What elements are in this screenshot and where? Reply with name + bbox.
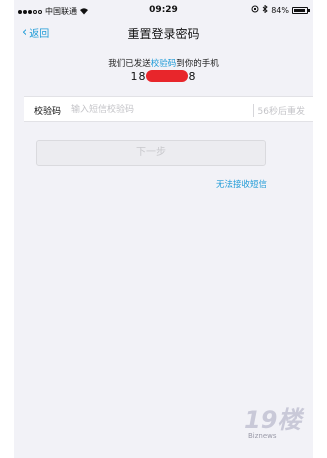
code-label: 校验码: [34, 107, 62, 117]
sent-message: 我们已发送校验码到你的手机: [14, 57, 313, 69]
sent-message-prefix: 我们已发送: [108, 59, 151, 69]
verification-code-input[interactable]: [71, 102, 211, 118]
phone-number-end: 8: [188, 70, 197, 83]
page-title: 重置登录密码: [127, 27, 200, 41]
status-right: 84%: [251, 4, 310, 15]
watermark-logo: 19楼: [244, 406, 302, 434]
phone-screen: 中国联通 09:29 84% ‹ 返回 重置登录密码 我们已发送校验码到你的手机…: [14, 0, 313, 458]
sent-message-highlight: 校验码: [150, 59, 177, 69]
orientation-lock-icon: [251, 5, 259, 15]
bluetooth-icon: [262, 4, 268, 15]
sent-message-suffix: 到你的手机: [176, 59, 219, 69]
watermark-text: Biznews: [248, 432, 277, 440]
verification-code-row: 校验码 56秒后重发: [24, 96, 313, 122]
redaction-mark: [146, 70, 188, 82]
status-bar: 中国联通 09:29 84%: [14, 0, 313, 20]
next-step-button[interactable]: 下一步: [36, 140, 266, 166]
watermark: 19楼 Biznews: [240, 400, 310, 446]
resend-countdown: 56秒后重发: [252, 104, 305, 117]
phone-number-start: 18: [130, 70, 147, 83]
battery-percent: 84%: [271, 5, 289, 15]
cannot-receive-sms-link[interactable]: 无法接收短信: [216, 178, 267, 190]
battery-icon: [292, 6, 310, 14]
navigation-bar: ‹ 返回 重置登录密码: [14, 20, 313, 48]
